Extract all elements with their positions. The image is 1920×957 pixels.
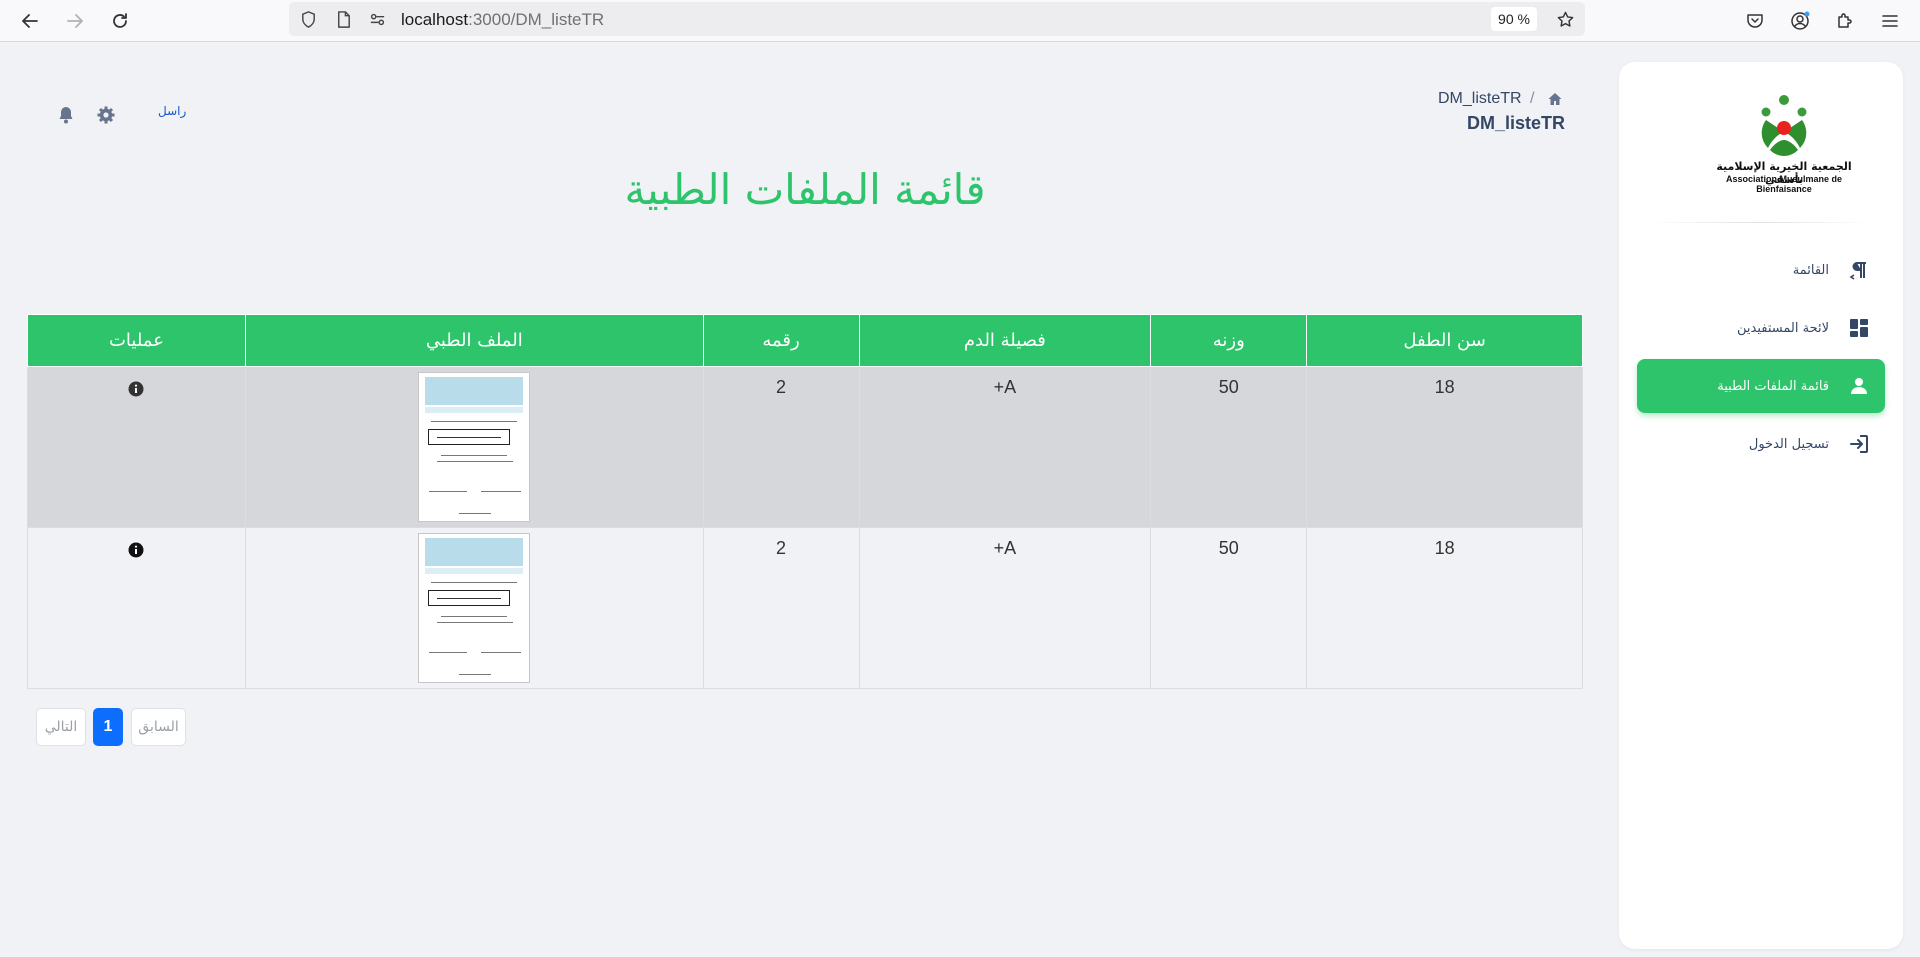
url-host: localhost (401, 10, 469, 29)
pagination-prev-button[interactable]: السابق (131, 708, 186, 746)
info-icon[interactable] (128, 381, 144, 397)
page-subtitle: DM_listeTR (1466, 113, 1565, 133)
cell-blood-type: A+ (858, 527, 1152, 689)
page-title: قائمة الملفات الطبية (624, 165, 986, 214)
column-header: عمليات (27, 314, 246, 367)
bookmark-star-icon[interactable] (1555, 9, 1575, 29)
gear-icon (97, 106, 115, 124)
puzzle-icon (1838, 13, 1852, 28)
cell-actions (27, 366, 246, 528)
login-icon (1847, 432, 1871, 456)
sidebar-item-menu[interactable]: القائمة (1637, 243, 1885, 297)
pocket-button[interactable] (1739, 5, 1771, 37)
column-header: الملف الطبي (244, 314, 704, 367)
hamburger-icon (1882, 15, 1898, 27)
notifications-button[interactable] (55, 104, 77, 126)
cell-medical-file (244, 527, 704, 689)
column-header: وزنه (1150, 314, 1308, 367)
browser-toolbar: localhost:3000/DM_listeTR 90 % (0, 0, 1920, 42)
back-button[interactable] (14, 5, 46, 37)
table-row: 18 50 A+ 2 (27, 527, 1583, 689)
forward-button[interactable] (59, 5, 91, 37)
cell-actions (27, 527, 246, 689)
cell-blood-type: A+ (858, 366, 1152, 528)
account-button[interactable] (1784, 5, 1816, 37)
sidebar-divider (1649, 222, 1873, 223)
sidebar-item-beneficiaries[interactable]: لائحة المستفيدين (1637, 301, 1885, 355)
sidebar-item-medical-files[interactable]: قائمة الملفات الطبية (1637, 359, 1885, 413)
sidebar-item-login[interactable]: تسجيل الدخول (1637, 417, 1885, 471)
zoom-level-badge[interactable]: 90 % (1491, 7, 1537, 31)
address-bar[interactable]: localhost:3000/DM_listeTR 90 % (289, 2, 1585, 36)
forward-arrow-icon (67, 14, 83, 28)
sidebar-item-label: تسجيل الدخول (1748, 436, 1829, 452)
extensions-button[interactable] (1829, 5, 1861, 37)
cell-number: 2 (702, 527, 860, 689)
medical-file-thumbnail[interactable] (418, 533, 531, 683)
column-header: سن الطفل (1306, 314, 1583, 367)
sidebar-item-label: لائحة المستفيدين (1737, 320, 1829, 336)
cell-age: 18 (1306, 366, 1583, 528)
info-icon[interactable] (128, 542, 144, 558)
medical-files-table: سن الطفل وزنه فصيلة الدم رقمه الملف الطب… (27, 314, 1583, 689)
cell-number: 2 (702, 366, 860, 528)
reload-icon (113, 13, 127, 28)
logo-text-french: Association Musulmane de Bienfaisance (1725, 174, 1843, 194)
menu-button[interactable] (1874, 5, 1906, 37)
table-row: 18 50 A+ 2 (27, 366, 1583, 528)
table-header-row: سن الطفل وزنه فصيلة الدم رقمه الملف الطب… (27, 314, 1583, 367)
sidebar-item-label: قائمة الملفات الطبية (1717, 378, 1829, 394)
column-header: فصيلة الدم (858, 314, 1152, 367)
site-permissions-icon[interactable] (367, 9, 387, 29)
back-arrow-icon (22, 14, 38, 28)
reload-button[interactable] (104, 5, 136, 37)
dashboard-icon (1847, 316, 1871, 340)
user-icon (1847, 374, 1871, 398)
url-text: localhost:3000/DM_listeTR (401, 10, 604, 30)
sidebar-item-label: القائمة (1792, 262, 1829, 278)
contact-link[interactable]: راسل (158, 104, 186, 118)
paragraph-icon (1847, 258, 1871, 282)
settings-button[interactable] (95, 104, 117, 126)
cell-weight: 50 (1150, 366, 1308, 528)
account-icon (1791, 11, 1810, 30)
sidebar: الجمعية الخيرية الإسلامية بأسفي Associat… (1619, 62, 1903, 949)
shield-icon[interactable] (298, 9, 318, 29)
cell-weight: 50 (1150, 527, 1308, 689)
pocket-icon (1747, 14, 1763, 28)
cell-medical-file (244, 366, 704, 528)
breadcrumb-separator: / (1530, 90, 1535, 107)
page-icon (333, 9, 353, 29)
pagination-current-page[interactable]: 1 (93, 708, 123, 746)
breadcrumb-current: DM_listeTR (1438, 90, 1522, 107)
cell-age: 18 (1306, 527, 1583, 689)
home-icon[interactable] (1547, 91, 1563, 107)
bell-icon (59, 107, 73, 124)
pagination-next-button[interactable]: التالي (36, 708, 86, 746)
url-path: :3000/DM_listeTR (468, 10, 605, 29)
medical-file-thumbnail[interactable] (418, 372, 531, 522)
column-header: رقمه (702, 314, 860, 367)
breadcrumb: DM_listeTR / (1420, 88, 1565, 110)
